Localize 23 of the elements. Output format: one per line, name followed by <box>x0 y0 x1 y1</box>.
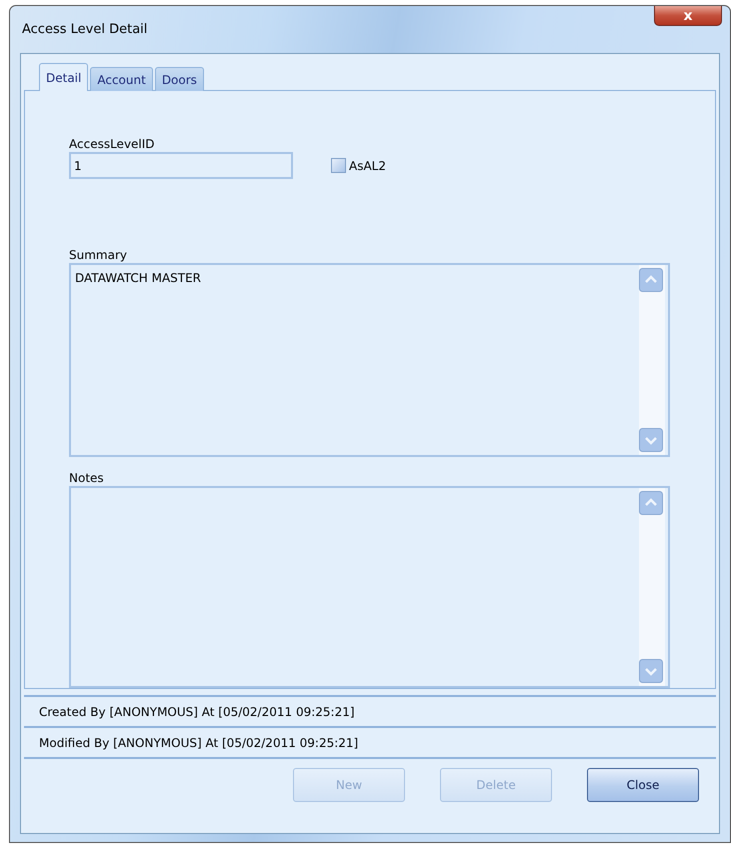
field-label: Summary <box>69 248 128 262</box>
window-title: Access Level Detail <box>21 22 148 37</box>
status-line: Modified By [ANONYMOUS] At [05/02/2011 09:25:21] <box>24 726 716 757</box>
dialog-button[interactable]: Close <box>587 768 699 802</box>
field-label: Notes <box>69 471 105 485</box>
field-label: AccessLevelID <box>69 137 156 151</box>
scroll-down-icon[interactable] <box>639 659 663 683</box>
checkbox[interactable] <box>331 158 346 173</box>
window-close-button[interactable]: x <box>654 6 722 26</box>
input-field[interactable]: 1 <box>69 152 293 179</box>
tab[interactable]: Account <box>90 67 153 91</box>
scroll-up-icon[interactable] <box>639 491 663 515</box>
checkbox-label: AsAL2 <box>349 158 386 172</box>
field-value: DATAWATCH MASTER <box>74 270 202 287</box>
scrollbar[interactable] <box>639 265 665 455</box>
status-line: Created By [ANONYMOUS] At [05/02/2011 09:25:21] <box>24 695 716 726</box>
scrollbar[interactable] <box>639 488 665 686</box>
text-area[interactable] <box>69 486 670 688</box>
text-area[interactable]: DATAWATCH MASTER <box>69 263 670 457</box>
tab[interactable]: Doors <box>154 67 204 91</box>
tab[interactable]: Detail <box>39 63 88 91</box>
scroll-up-icon[interactable] <box>639 268 663 292</box>
scroll-down-icon[interactable] <box>639 428 663 452</box>
